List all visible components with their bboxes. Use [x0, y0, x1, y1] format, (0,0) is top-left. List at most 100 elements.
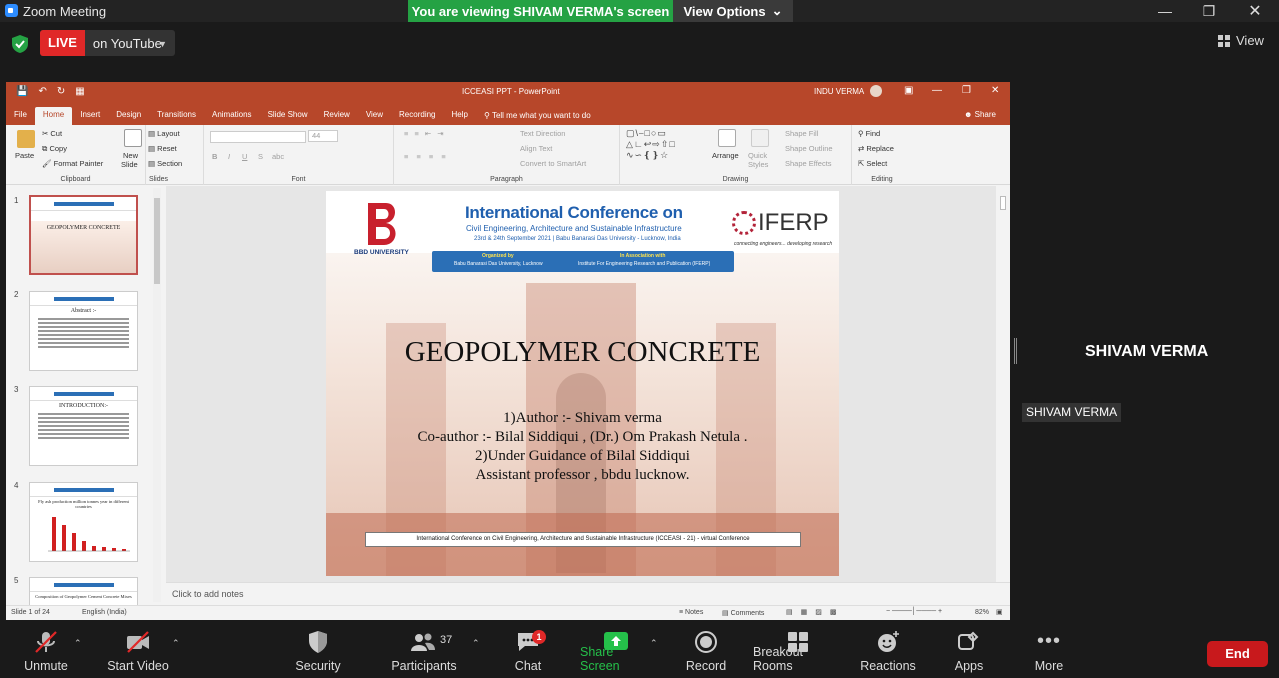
- align-text-button[interactable]: Align Text: [520, 144, 552, 153]
- tab-insert[interactable]: Insert: [72, 107, 108, 125]
- format-painter-button[interactable]: 🖌 Format Painter: [42, 159, 103, 168]
- minimize-icon[interactable]: —: [932, 85, 942, 96]
- tell-me-search[interactable]: ⚲ Tell me what you want to do: [484, 111, 591, 120]
- comments-toggle[interactable]: ▤ Comments: [722, 609, 764, 617]
- participants-button[interactable]: 37 Participants: [390, 622, 458, 678]
- avatar[interactable]: [870, 85, 882, 97]
- account-name[interactable]: INDU VERMA: [814, 87, 864, 96]
- tab-transitions[interactable]: Transitions: [149, 107, 204, 125]
- paste-icon[interactable]: [17, 130, 35, 148]
- tab-help[interactable]: Help: [444, 107, 476, 125]
- align-icon[interactable]: ≡ ≡ ≡ ≡: [404, 152, 449, 161]
- section-button[interactable]: ▤ Section: [148, 159, 182, 168]
- font-name-box[interactable]: [210, 131, 306, 143]
- shapes-gallery-icon[interactable]: ▢\⎯□○▭ △∟↩⇨⇧□ ∿∽❴❵☆: [626, 128, 676, 161]
- security-button[interactable]: Security: [295, 622, 341, 678]
- start-slideshow-icon[interactable]: ▦: [75, 86, 84, 97]
- slide-thumbnail[interactable]: INTRODUCTION:-: [29, 386, 138, 466]
- tab-home[interactable]: Home: [34, 107, 73, 125]
- view-options-button[interactable]: View Options ⌄: [673, 0, 793, 22]
- share-screen-button[interactable]: Share Screen: [580, 622, 652, 678]
- zoom-slider[interactable]: − ────│──── +: [886, 608, 942, 615]
- undo-icon[interactable]: ↶: [38, 86, 46, 97]
- scrollbar-thumb[interactable]: [154, 198, 160, 284]
- slide-scrollbar[interactable]: [998, 186, 1008, 582]
- redo-icon[interactable]: ↻: [57, 86, 65, 97]
- italic-icon[interactable]: I: [228, 152, 230, 161]
- view-layout-button[interactable]: View: [1218, 33, 1264, 48]
- more-button[interactable]: ••• More: [1030, 622, 1068, 678]
- save-icon[interactable]: 💾: [16, 86, 28, 97]
- new-slide-label-2[interactable]: Slide: [121, 160, 138, 169]
- tab-recording[interactable]: Recording: [391, 107, 443, 125]
- arrange-button[interactable]: Arrange: [712, 151, 739, 160]
- language-indicator[interactable]: English (India): [82, 609, 127, 616]
- tab-file[interactable]: File: [6, 107, 35, 125]
- live-stream-button[interactable]: LIVE on YouTube ▼: [40, 30, 175, 56]
- apps-button[interactable]: Apps: [950, 622, 988, 678]
- notes-toggle[interactable]: ≡ Notes: [679, 609, 703, 616]
- shape-effects-button[interactable]: Shape Effects: [785, 159, 832, 168]
- quick-styles-label-2[interactable]: Styles: [748, 160, 768, 169]
- copy-button[interactable]: ⧉ Copy: [42, 144, 67, 154]
- restore-icon[interactable]: ❐: [1189, 0, 1229, 22]
- share-button[interactable]: ☻ Share: [964, 110, 996, 119]
- audio-options-caret-icon[interactable]: ⌃: [74, 638, 82, 649]
- resize-handle[interactable]: [1014, 338, 1017, 364]
- find-button[interactable]: ⚲ Find: [858, 129, 880, 138]
- replace-button[interactable]: ⇄ Replace: [858, 144, 894, 153]
- slide-thumbnail[interactable]: GEOPOLYMER CONCRETE: [29, 195, 138, 275]
- breakout-rooms-button[interactable]: Breakout Rooms: [753, 622, 843, 678]
- viewing-banner: You are viewing SHIVAM VERMA's screen: [408, 0, 673, 22]
- tab-slide-show[interactable]: Slide Show: [260, 107, 316, 125]
- font-size-box[interactable]: 44: [308, 130, 338, 142]
- tab-design[interactable]: Design: [108, 107, 149, 125]
- tab-animations[interactable]: Animations: [204, 107, 260, 125]
- bold-icon[interactable]: B: [212, 152, 217, 161]
- encryption-shield-icon[interactable]: [12, 35, 28, 53]
- text-direction-button[interactable]: Text Direction: [520, 129, 565, 138]
- cut-button[interactable]: ✂ Cut: [42, 129, 62, 138]
- thumbnails-scrollbar[interactable]: [153, 188, 161, 602]
- slide-thumbnail[interactable]: Abstract :-: [29, 291, 138, 371]
- tab-review[interactable]: Review: [316, 107, 358, 125]
- close-icon[interactable]: ✕: [1235, 0, 1275, 22]
- layout-button[interactable]: ▤ Layout: [148, 129, 180, 138]
- record-button[interactable]: Record: [686, 622, 726, 678]
- zoom-level[interactable]: 82%: [975, 609, 989, 616]
- strikethrough-icon[interactable]: abc: [272, 152, 284, 161]
- minimize-icon[interactable]: —: [1145, 0, 1185, 22]
- notes-pane[interactable]: Click to add notes: [166, 582, 1010, 604]
- shadow-icon[interactable]: S: [258, 152, 263, 161]
- scrollbar-thumb[interactable]: [1000, 196, 1006, 210]
- unmute-button[interactable]: Unmute: [20, 622, 72, 678]
- slide-thumbnail[interactable]: Fly ash production million tonnes year i…: [29, 482, 138, 562]
- reset-button[interactable]: ▤ Reset: [148, 144, 177, 153]
- participants-options-caret-icon[interactable]: ⌃: [472, 638, 480, 649]
- slide-thumbnail[interactable]: Composition of Geopolymer Cement Concret…: [29, 577, 138, 607]
- ribbon-display-icon[interactable]: ▣: [904, 85, 913, 96]
- start-video-button[interactable]: Start Video: [106, 622, 170, 678]
- quick-styles-label-1[interactable]: Quick: [748, 151, 767, 160]
- paste-button[interactable]: Paste: [15, 151, 34, 160]
- view-switcher-icon[interactable]: ▤▦▨▩: [786, 608, 844, 616]
- smartart-button[interactable]: Convert to SmartArt: [520, 159, 586, 168]
- close-icon[interactable]: ✕: [991, 85, 999, 96]
- video-options-caret-icon[interactable]: ⌃: [172, 638, 180, 649]
- select-button[interactable]: ⇱ Select: [858, 159, 887, 168]
- underline-icon[interactable]: U: [242, 152, 247, 161]
- quick-styles-icon[interactable]: [751, 129, 769, 147]
- share-options-caret-icon[interactable]: ⌃: [650, 638, 658, 649]
- new-slide-label-1[interactable]: New: [123, 151, 138, 160]
- arrange-icon[interactable]: [718, 129, 736, 147]
- tab-view[interactable]: View: [358, 107, 391, 125]
- current-slide[interactable]: BBD UNIVERSITY International Conference …: [326, 191, 839, 576]
- reactions-button[interactable]: Reactions: [860, 622, 916, 678]
- shape-outline-button[interactable]: Shape Outline: [785, 144, 833, 153]
- end-meeting-button[interactable]: End: [1207, 641, 1268, 667]
- bullets-icon[interactable]: ≡ ≡ ⇤ ⇥: [404, 129, 446, 138]
- shape-fill-button[interactable]: Shape Fill: [785, 129, 818, 138]
- restore-icon[interactable]: ❐: [962, 85, 971, 96]
- fit-slide-icon[interactable]: ▣: [996, 608, 1003, 616]
- new-slide-icon[interactable]: [124, 129, 142, 147]
